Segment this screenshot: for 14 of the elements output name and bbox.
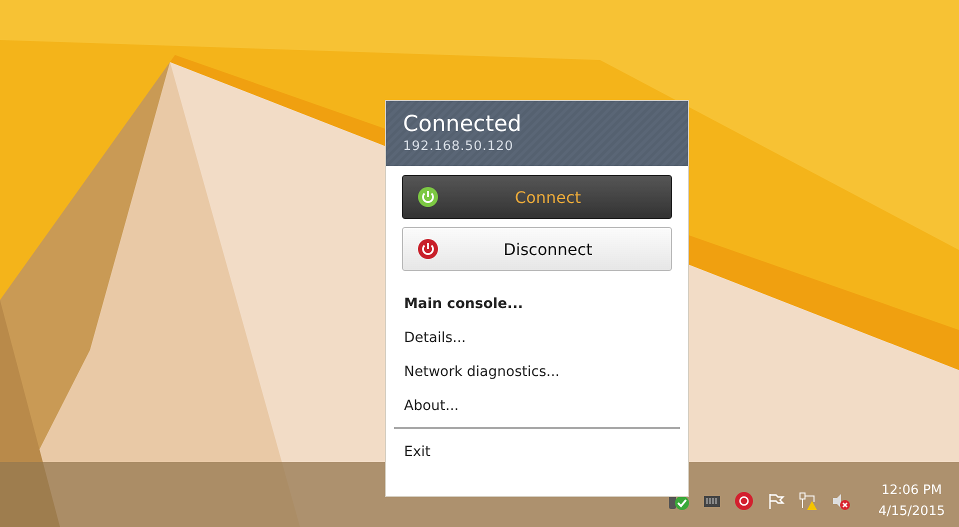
menu-item[interactable]: Network diagnostics... [386,355,688,389]
network-warning-icon[interactable] [798,490,818,510]
menu-item[interactable]: About... [386,389,688,423]
ip-address: 192.168.50.120 [403,139,514,154]
round-logo-icon[interactable] [734,490,754,510]
status-title: Connected [403,111,522,139]
exit-item[interactable]: Exit [386,435,688,469]
flag-icon[interactable] [767,492,786,510]
disconnect-button[interactable]: Disconnect [402,227,672,271]
connect-button[interactable]: Connect [402,175,672,219]
menu-item[interactable]: Details... [386,321,688,355]
power-icon [417,186,439,208]
menu-item[interactable]: Main console... [386,287,688,321]
power-icon [417,238,439,260]
